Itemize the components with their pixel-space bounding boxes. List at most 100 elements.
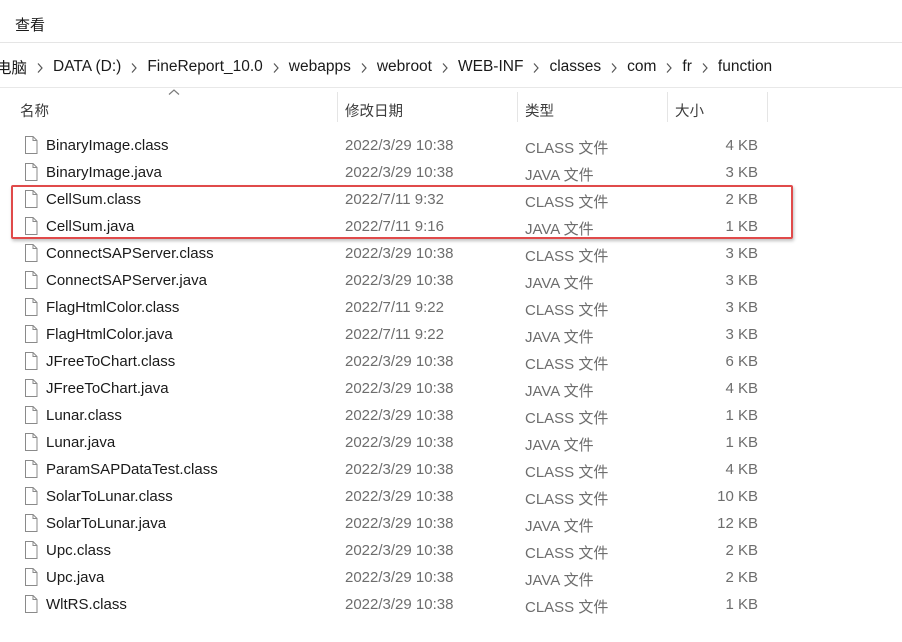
file-size: 4 KB xyxy=(725,461,758,478)
file-row[interactable]: CellSum.java 2022/7/11 9:16 JAVA 文件 1 KB xyxy=(0,214,902,241)
file-name[interactable]: ParamSAPDataTest.class xyxy=(46,461,218,478)
breadcrumb-item[interactable]: function xyxy=(718,58,772,76)
file-name[interactable]: Upc.java xyxy=(46,569,104,586)
file-type: JAVA 文件 xyxy=(525,572,594,589)
breadcrumb-item[interactable]: WEB-INF xyxy=(458,58,523,76)
chevron-right-icon[interactable] xyxy=(121,60,147,74)
chevron-right-icon[interactable] xyxy=(351,60,377,74)
file-name[interactable]: FlagHtmlColor.class xyxy=(46,299,179,316)
breadcrumb-item[interactable]: classes xyxy=(549,58,601,76)
breadcrumb-item[interactable]: fr xyxy=(682,58,691,76)
file-type: JAVA 文件 xyxy=(525,275,594,292)
file-row[interactable]: BinaryImage.class 2022/3/29 10:38 CLASS 文件… xyxy=(0,133,902,160)
file-modified-date: 2022/3/29 10:38 xyxy=(345,137,454,154)
file-modified-date: 2022/7/11 9:22 xyxy=(345,326,444,343)
chevron-right-icon[interactable] xyxy=(432,60,458,74)
file-type: JAVA 文件 xyxy=(525,518,594,535)
file-name[interactable]: SolarToLunar.class xyxy=(46,488,173,505)
breadcrumb-item[interactable]: com xyxy=(627,58,656,76)
breadcrumb-item[interactable]: FineReport_10.0 xyxy=(147,58,262,76)
file-type: CLASS 文件 xyxy=(525,491,609,508)
chevron-right-icon[interactable] xyxy=(263,60,289,74)
file-row[interactable]: WltRS.class 2022/3/29 10:38 CLASS 文件 1 KB xyxy=(0,592,902,619)
file-row[interactable]: Lunar.java 2022/3/29 10:38 JAVA 文件 1 KB xyxy=(0,430,902,457)
file-row[interactable]: FlagHtmlColor.class 2022/7/11 9:22 CLASS 文… xyxy=(0,295,902,322)
file-size: 2 KB xyxy=(725,569,758,586)
file-modified-date: 2022/7/11 9:22 xyxy=(345,299,444,316)
file-row[interactable]: BinaryImage.java 2022/3/29 10:38 JAVA 文件 3 … xyxy=(0,160,902,187)
file-name[interactable]: ConnectSAPServer.java xyxy=(46,272,207,289)
view-tab[interactable]: 查看 xyxy=(15,14,45,35)
blank-file-icon xyxy=(24,406,38,429)
file-size: 6 KB xyxy=(725,353,758,370)
column-divider[interactable] xyxy=(767,92,768,122)
file-row[interactable]: CellSum.class 2022/7/11 9:32 CLASS 文件 2 KB xyxy=(0,187,902,214)
column-header-date[interactable]: 修改日期 xyxy=(345,100,403,121)
chevron-right-icon[interactable] xyxy=(601,60,627,74)
file-size: 1 KB xyxy=(725,218,758,235)
file-modified-date: 2022/3/29 10:38 xyxy=(345,488,454,505)
file-row[interactable]: ConnectSAPServer.java 2022/3/29 10:38 JAVA… xyxy=(0,268,902,295)
file-name[interactable]: ConnectSAPServer.class xyxy=(46,245,214,262)
file-modified-date: 2022/3/29 10:38 xyxy=(345,407,454,424)
file-row[interactable]: ConnectSAPServer.class 2022/3/29 10:38 CLA… xyxy=(0,241,902,268)
file-row[interactable]: JFreeToChart.class 2022/3/29 10:38 CLASS 文… xyxy=(0,349,902,376)
file-name[interactable]: FlagHtmlColor.java xyxy=(46,326,173,343)
file-row[interactable]: Upc.java 2022/3/29 10:38 JAVA 文件 2 KB xyxy=(0,565,902,592)
file-type: CLASS 文件 xyxy=(525,464,609,481)
file-name[interactable]: BinaryImage.class xyxy=(46,137,169,154)
file-name[interactable]: Lunar.class xyxy=(46,407,122,424)
column-divider[interactable] xyxy=(517,92,518,122)
file-name[interactable]: CellSum.class xyxy=(46,191,141,208)
file-type: CLASS 文件 xyxy=(525,545,609,562)
file-name[interactable]: JFreeToChart.java xyxy=(46,380,169,397)
file-name[interactable]: CellSum.java xyxy=(46,218,134,235)
file-size: 3 KB xyxy=(725,299,758,316)
blank-file-icon xyxy=(24,163,38,186)
chevron-right-icon[interactable] xyxy=(523,60,549,74)
file-size: 2 KB xyxy=(725,542,758,559)
blank-file-icon xyxy=(24,244,38,267)
address-bar[interactable]: 电脑 DATA (D:) FineReport_10.0 webapps webroot… xyxy=(0,43,902,88)
file-type: CLASS 文件 xyxy=(525,302,609,319)
file-name[interactable]: BinaryImage.java xyxy=(46,164,162,181)
column-header-name[interactable]: 名称 xyxy=(20,100,49,121)
file-row[interactable]: Lunar.class 2022/3/29 10:38 CLASS 文件 1 KB xyxy=(0,403,902,430)
blank-file-icon xyxy=(24,298,38,321)
chevron-right-icon[interactable] xyxy=(27,60,53,74)
file-size: 3 KB xyxy=(725,326,758,343)
file-modified-date: 2022/3/29 10:38 xyxy=(345,380,454,397)
file-row[interactable]: JFreeToChart.java 2022/3/29 10:38 JAVA 文件 4… xyxy=(0,376,902,403)
file-row[interactable]: ParamSAPDataTest.class 2022/3/29 10:38 CLA… xyxy=(0,457,902,484)
breadcrumb-item[interactable]: DATA (D:) xyxy=(53,58,121,76)
sort-up-icon[interactable] xyxy=(168,88,180,96)
file-name[interactable]: Lunar.java xyxy=(46,434,115,451)
ribbon: 查看 xyxy=(0,0,902,43)
column-header-size[interactable]: 大小 xyxy=(675,100,704,121)
file-modified-date: 2022/3/29 10:38 xyxy=(345,542,454,559)
file-row[interactable]: FlagHtmlColor.java 2022/7/11 9:22 JAVA 文件 3… xyxy=(0,322,902,349)
file-type: CLASS 文件 xyxy=(525,410,609,427)
file-size: 1 KB xyxy=(725,407,758,424)
column-divider[interactable] xyxy=(667,92,668,122)
file-name[interactable]: WltRS.class xyxy=(46,596,127,613)
file-name[interactable]: Upc.class xyxy=(46,542,111,559)
file-name[interactable]: JFreeToChart.class xyxy=(46,353,175,370)
file-size: 3 KB xyxy=(725,245,758,262)
file-size: 10 KB xyxy=(717,488,758,505)
blank-file-icon xyxy=(24,460,38,483)
breadcrumb-item[interactable]: webroot xyxy=(377,58,432,76)
column-divider[interactable] xyxy=(337,92,338,122)
file-row[interactable]: SolarToLunar.java 2022/3/29 10:38 JAVA 文件 1… xyxy=(0,511,902,538)
file-type: CLASS 文件 xyxy=(525,248,609,265)
column-header-type[interactable]: 类型 xyxy=(525,100,554,121)
chevron-right-icon[interactable] xyxy=(656,60,682,74)
file-row[interactable]: Upc.class 2022/3/29 10:38 CLASS 文件 2 KB xyxy=(0,538,902,565)
file-name[interactable]: SolarToLunar.java xyxy=(46,515,166,532)
file-type: CLASS 文件 xyxy=(525,356,609,373)
chevron-right-icon[interactable] xyxy=(692,60,718,74)
breadcrumb-item[interactable]: webapps xyxy=(289,58,351,76)
blank-file-icon xyxy=(24,514,38,537)
breadcrumb-item[interactable]: 电脑 xyxy=(0,56,27,78)
file-row[interactable]: SolarToLunar.class 2022/3/29 10:38 CLASS 文… xyxy=(0,484,902,511)
